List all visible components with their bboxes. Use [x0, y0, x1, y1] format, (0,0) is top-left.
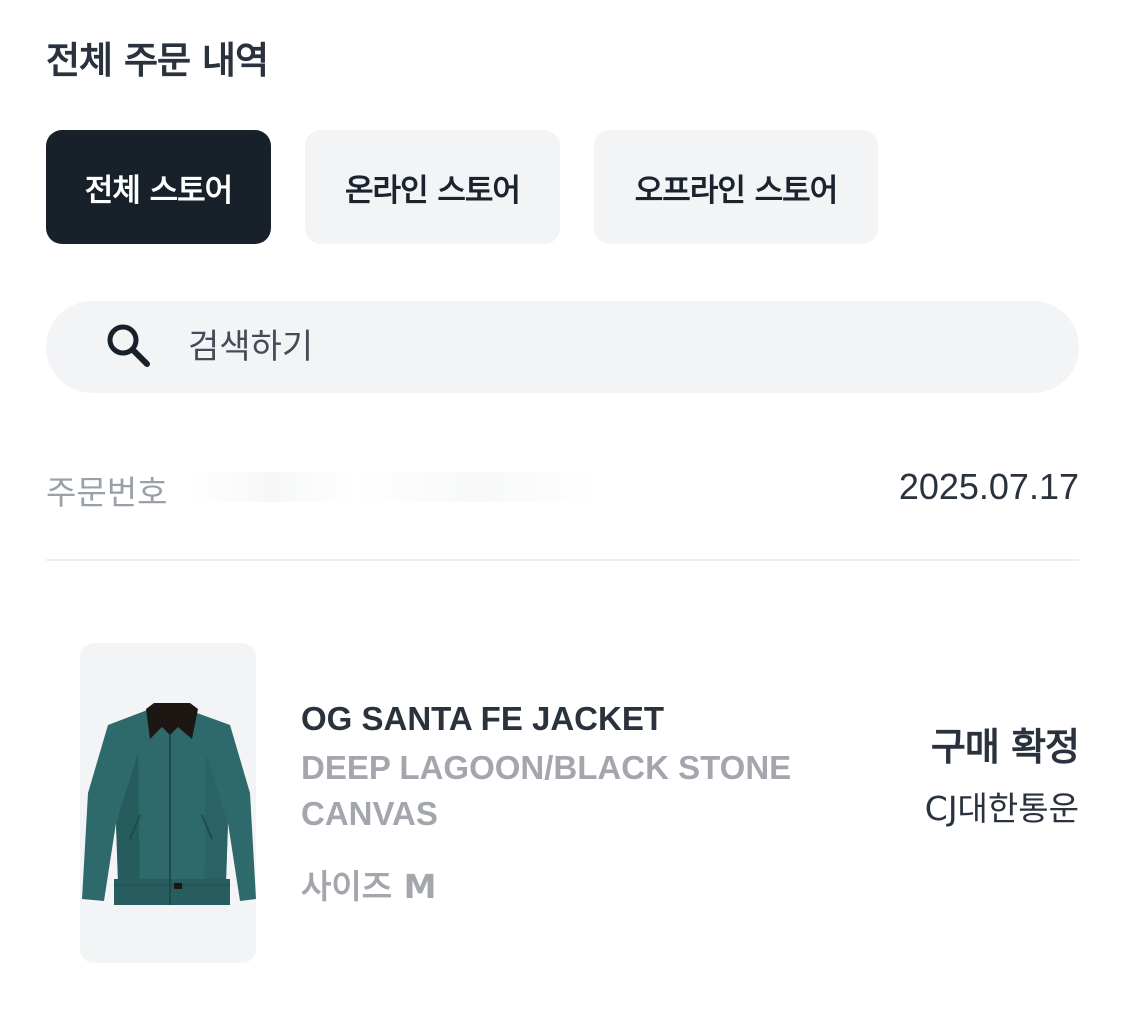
product-size: 사이즈 M: [301, 867, 437, 906]
product-color-line1: DEEP LAGOON/BLACK STONE: [301, 749, 792, 786]
tab-online-store[interactable]: 온라인 스토어: [305, 130, 560, 244]
divider: [46, 559, 1079, 561]
order-status: 구매 확정: [930, 725, 1080, 769]
page-title: 전체 주문 내역: [46, 39, 269, 82]
product-name[interactable]: OG SANTA FE JACKET: [301, 700, 664, 738]
product-color: DEEP LAGOON/BLACK STONE CANVAS: [301, 745, 821, 837]
order-date: 2025.07.17: [898, 466, 1079, 507]
search-icon[interactable]: [102, 319, 154, 375]
jacket-image: [82, 703, 256, 905]
store-tabs: 전체 스토어 온라인 스토어 오프라인 스토어: [46, 130, 878, 244]
order-number-redacted: [190, 472, 600, 502]
tab-all-store[interactable]: 전체 스토어: [46, 130, 271, 244]
order-number-label: 주문번호: [46, 473, 168, 512]
product-color-line2: CANVAS: [301, 795, 438, 832]
search-input[interactable]: [186, 326, 990, 368]
search-bar[interactable]: [46, 301, 1079, 393]
shipping-carrier[interactable]: CJ대한통운: [925, 782, 1079, 830]
tab-offline-store[interactable]: 오프라인 스토어: [594, 130, 878, 244]
product-image[interactable]: [80, 643, 256, 963]
